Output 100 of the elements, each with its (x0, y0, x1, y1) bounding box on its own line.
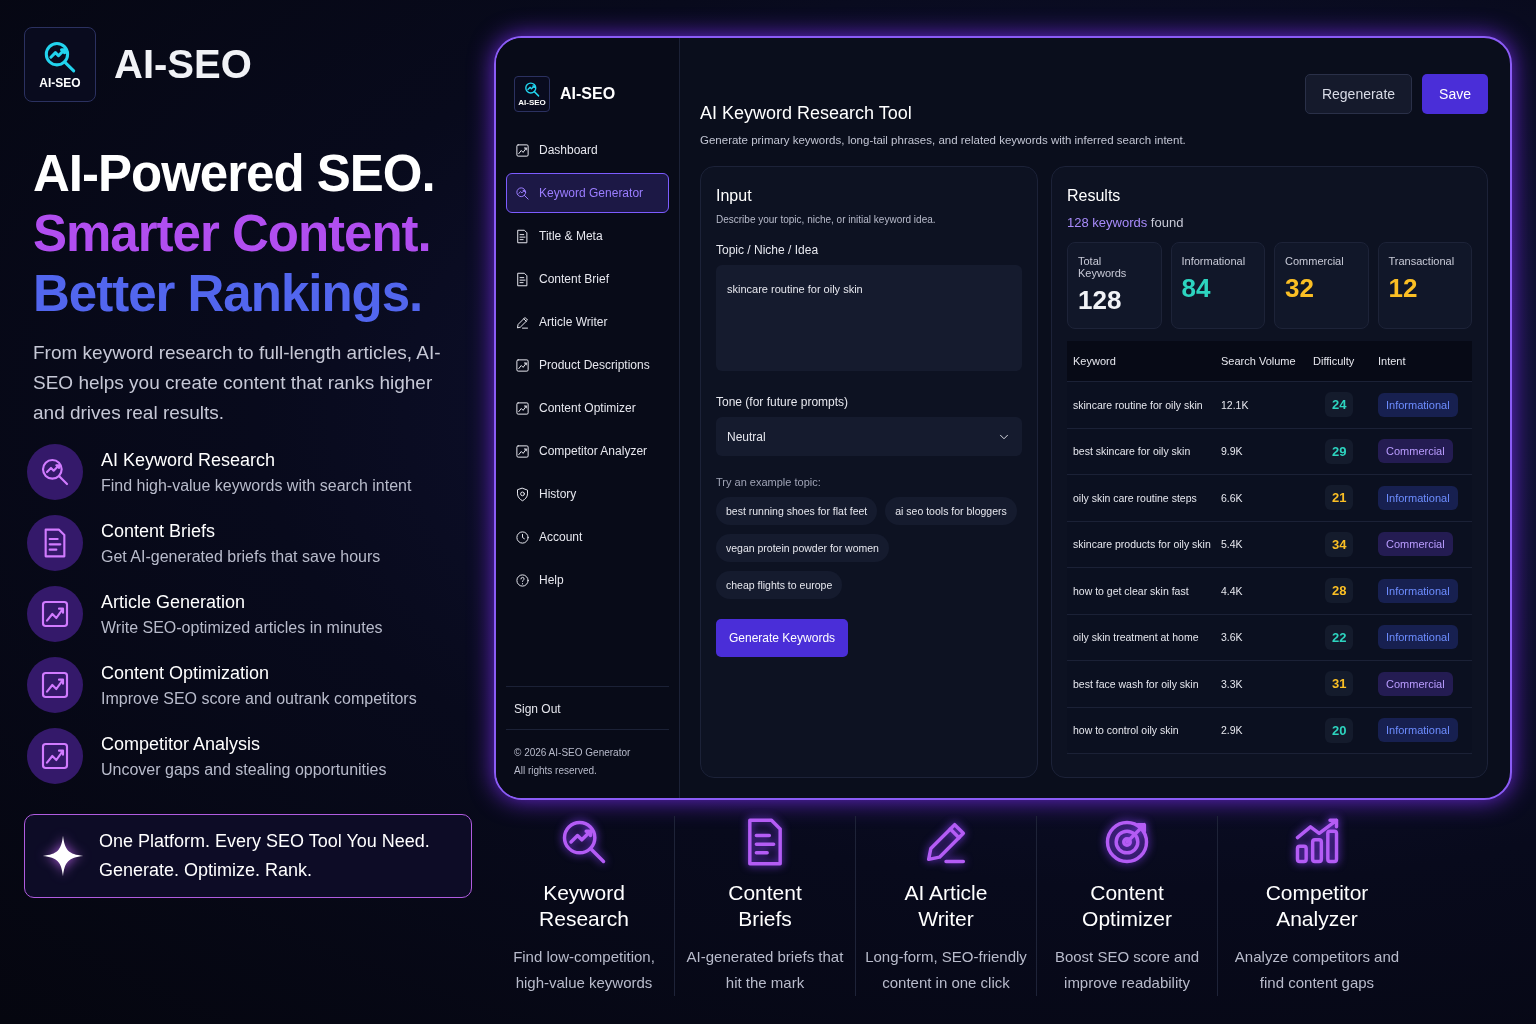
table-cell-text: oily skin care routine steps (1073, 491, 1198, 504)
shield-icon (515, 486, 530, 502)
tool-description: Analyze competitors and find content gaps (1234, 947, 1400, 993)
tool-title: Competitor Analyzer (1264, 880, 1370, 932)
question-icon (515, 572, 530, 588)
pencil-icon (515, 314, 530, 330)
feature-description: Get AI-generated briefs that save hours (101, 547, 381, 566)
count-label: found (1149, 215, 1184, 230)
save-button[interactable]: Save (1422, 74, 1488, 114)
difficulty-badge: 22 (1325, 624, 1354, 650)
magnifier-chart-icon (515, 185, 530, 201)
brand-name: AI-SEO (114, 42, 252, 87)
tool-description: AI-generated briefs that hit the mark (685, 947, 845, 993)
chart-frame-icon (39, 598, 71, 630)
footer-text: All rights reserved. (514, 764, 598, 778)
sidebar-item[interactable]: Competitor Analyzer (506, 431, 669, 471)
example-chip[interactable]: best running shoes for flat feet (716, 497, 878, 525)
sidebar-item[interactable]: Content Brief (506, 259, 669, 299)
table-cell-text: 4.4K (1221, 584, 1244, 597)
field-label: Tone (for future prompts) (716, 395, 850, 409)
table-cell-text: skincare routine for oily skin (1073, 398, 1204, 411)
examples-label: Try an example topic: (716, 476, 822, 488)
page-title: AI Keyword Research Tool (700, 103, 913, 124)
intent-tag: Informational (1378, 718, 1458, 743)
sidebar-item[interactable]: Keyword Generator (506, 173, 669, 213)
column-header: Search Volume (1221, 355, 1297, 367)
difficulty-badge: 28 (1325, 578, 1354, 604)
keyword-count: 128 keywords (1067, 215, 1148, 230)
feature-description: Find high-value keywords with search intent (101, 476, 412, 495)
panel-subtitle: Describe your topic, niche, or initial keyword idea. (716, 214, 937, 225)
tool-description: Long-form, SEO-friendly content in one click (864, 947, 1028, 993)
difficulty-badge: 31 (1325, 671, 1354, 697)
chart-frame-icon (39, 740, 71, 772)
intent-tag: Informational (1378, 392, 1458, 417)
footer-text: © 2026 AI-SEO Generator (514, 746, 632, 760)
table-cell-text: oily skin treatment at home (1073, 631, 1200, 644)
table-cell-text: best face wash for oily skin (1073, 677, 1200, 690)
sidebar-item[interactable]: Title & Meta (506, 216, 669, 256)
callout-text: Generate. Optimize. Rank. (99, 859, 314, 882)
sidebar-item[interactable]: Product Descriptions (506, 345, 669, 385)
example-chip[interactable]: ai seo tools for bloggers (885, 497, 1017, 525)
field-label: Topic / Niche / Idea (716, 243, 820, 257)
difficulty-badge: 29 (1325, 438, 1354, 464)
tone-dropdown[interactable]: Neutral (716, 417, 1022, 456)
table-cell-text: skincare products for oily skin (1073, 538, 1212, 551)
page-subtitle: Generate primary keywords, long-tail phrases, and related keywords with inferred search intent. (700, 134, 1186, 146)
intent-tag: Commercial (1378, 532, 1453, 557)
feature-title: Content Briefs (101, 520, 217, 542)
magnifier-chart-icon (39, 456, 71, 488)
sidebar-item[interactable]: Dashboard (506, 130, 669, 170)
sidebar-item[interactable]: Account (506, 517, 669, 557)
difficulty-badge: 20 (1325, 717, 1354, 743)
feature-title: AI Keyword Research (101, 449, 277, 471)
chart-frame-icon (515, 142, 530, 158)
intent-tag: Informational (1378, 578, 1458, 603)
feature-title: Competitor Analysis (101, 733, 262, 755)
chart-frame-icon (515, 357, 530, 373)
table-cell-text: 2.9K (1221, 724, 1244, 737)
table-cell-text: 9.9K (1221, 445, 1244, 458)
document-icon (515, 271, 530, 287)
example-chip[interactable]: vegan protein powder for women (716, 534, 889, 562)
headline: Smarter Content. (33, 204, 432, 264)
stat-label: Commercial (1285, 255, 1345, 267)
topic-field[interactable]: skincare routine for oily skin (716, 265, 1022, 371)
app-logo: AI-SEO (514, 76, 550, 112)
chart-frame-icon (515, 400, 530, 416)
regenerate-button[interactable]: Regenerate (1304, 74, 1413, 114)
example-chip[interactable]: cheap flights to europe (716, 571, 843, 599)
intent-tag: Commercial (1378, 439, 1453, 464)
sidebar-item[interactable]: Content Optimizer (506, 388, 669, 428)
stat-label: Informational (1181, 255, 1247, 267)
stat-value: 128 (1078, 285, 1123, 316)
chart-frame-icon (515, 443, 530, 459)
table-cell-text: 3.6K (1221, 631, 1244, 644)
table-cell-text: how to get clear skin fast (1073, 584, 1190, 597)
tool-title: Content Optimizer (1081, 880, 1173, 932)
sidebar-item[interactable]: Article Writer (506, 302, 669, 342)
sign-out-link[interactable]: Sign Out (514, 702, 561, 716)
panel-title: Input (716, 187, 753, 205)
document-icon (515, 228, 530, 244)
difficulty-badge: 34 (1325, 531, 1354, 557)
headline: AI-Powered SEO. (33, 144, 436, 204)
table-cell-text: 12.1K (1221, 398, 1250, 411)
panel-title: Results (1067, 187, 1122, 205)
difficulty-badge: 24 (1325, 392, 1354, 418)
table-cell-text: 6.6K (1221, 491, 1244, 504)
generate-button[interactable]: Generate Keywords (716, 619, 849, 657)
tool-title: AI Article Writer (903, 880, 989, 932)
tool-description: Find low-competition, high-value keywords (512, 947, 656, 993)
clock-icon (515, 529, 530, 545)
difficulty-badge: 21 (1325, 485, 1354, 511)
table-cell-text: how to control oily skin (1073, 724, 1180, 737)
stat-value: 12 (1388, 273, 1419, 304)
sidebar-item[interactable]: History (506, 474, 669, 514)
sidebar-item[interactable]: Help (506, 560, 669, 600)
intent-tag: Commercial (1378, 671, 1453, 696)
stat-value: 32 (1285, 273, 1315, 304)
column-header: Difficulty (1313, 355, 1356, 367)
tool-title: Keyword Research (538, 880, 630, 932)
table-cell-text: best skincare for oily skin (1073, 445, 1192, 458)
